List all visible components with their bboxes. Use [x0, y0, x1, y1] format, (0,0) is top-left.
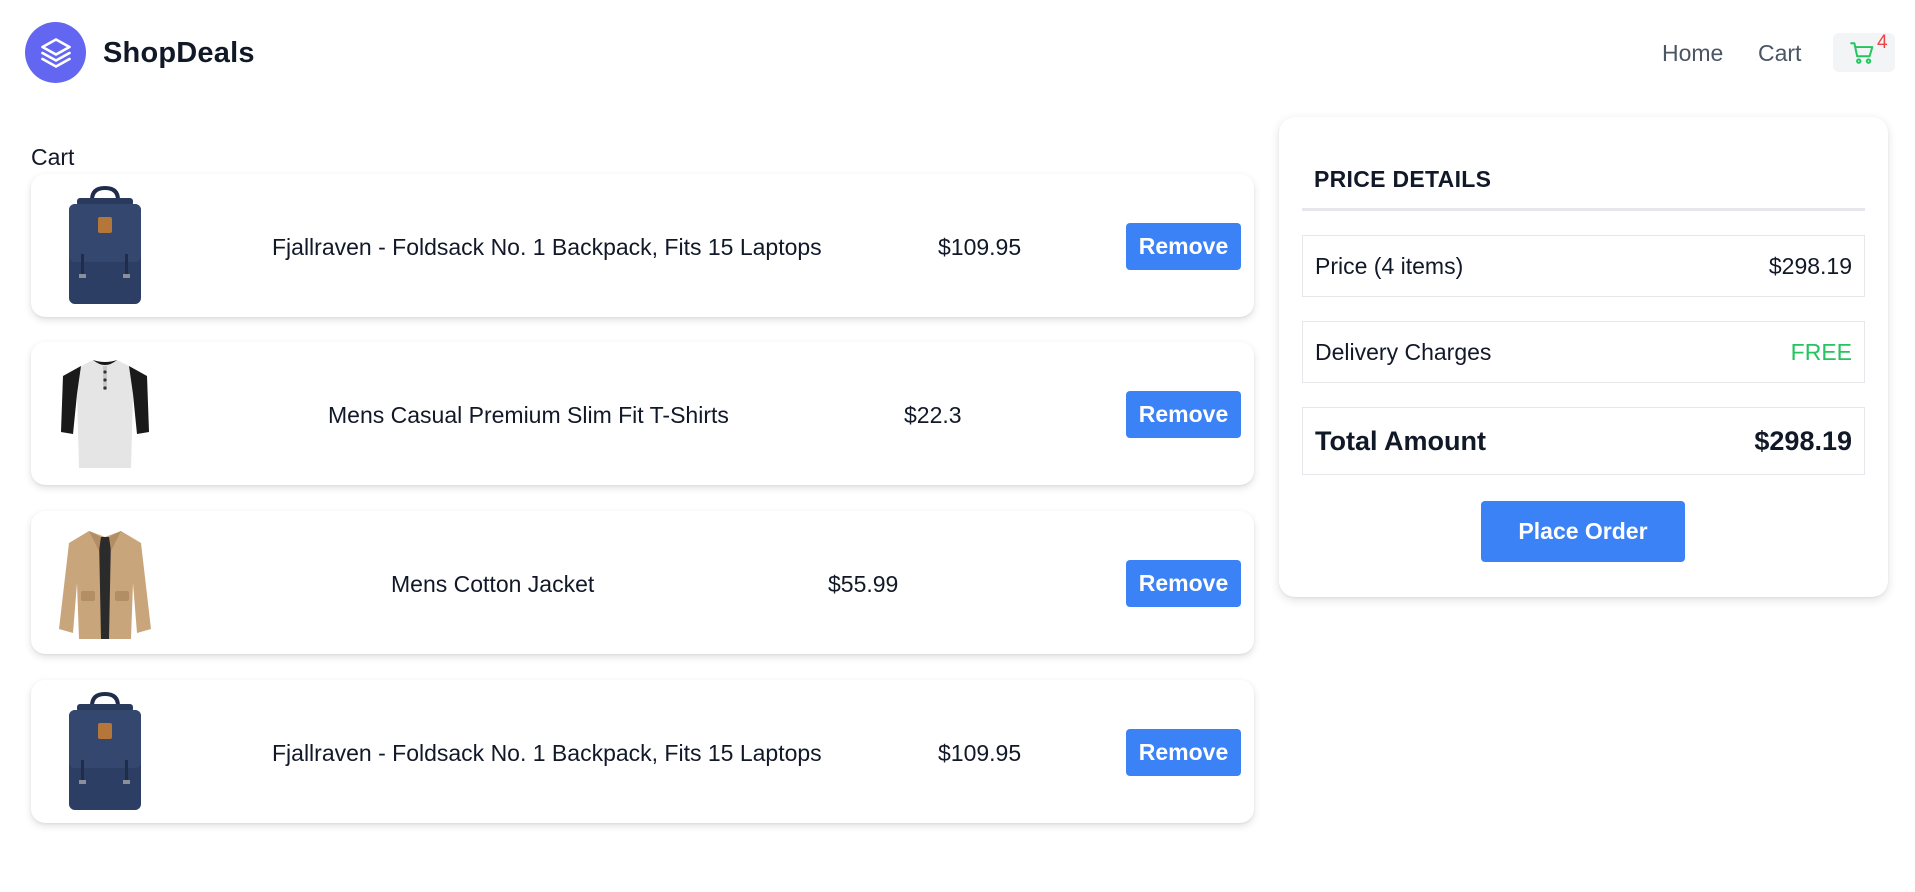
cart-item-title[interactable]: Fjallraven - Foldsack No. 1 Backpack, Fi… — [272, 234, 822, 261]
cart-button[interactable]: 4 — [1833, 32, 1895, 72]
top-navbar: ShopDeals Home Cart 4 — [0, 0, 1915, 108]
delivery-value: FREE — [1790, 338, 1852, 365]
shopping-cart-icon — [1850, 42, 1874, 64]
cart-count-badge: 4 — [1877, 32, 1888, 53]
price-details-title: PRICE DETAILS — [1314, 166, 1492, 192]
remove-button[interactable]: Remove — [1126, 391, 1241, 438]
backpack-image — [69, 185, 141, 304]
cart-item-title[interactable]: Mens Casual Premium Slim Fit T-Shirts — [328, 402, 729, 429]
cart-item-price: $109.95 — [938, 740, 1022, 766]
layers-icon — [40, 37, 71, 68]
cart-item-title[interactable]: Fjallraven - Foldsack No. 1 Backpack, Fi… — [272, 740, 822, 767]
delivery-label: Delivery Charges — [1315, 338, 1492, 365]
nav-cart-link[interactable]: Cart — [1758, 40, 1801, 67]
brand-name[interactable]: ShopDeals — [103, 37, 255, 70]
cart-item-price: $109.95 — [938, 234, 1022, 260]
price-row: Price (4 items) $298.19 — [1302, 235, 1865, 297]
cart-item: Fjallraven - Foldsack No. 1 Backpack, Fi… — [31, 680, 1254, 823]
backpack-image — [69, 691, 141, 810]
cart-item-title[interactable]: Mens Cotton Jacket — [391, 571, 594, 598]
nav-home-link[interactable]: Home — [1662, 40, 1723, 67]
t-shirt-image — [61, 360, 149, 468]
price-label: Price (4 items) — [1315, 252, 1464, 279]
cart-heading: Cart — [31, 144, 75, 170]
cart-item: Mens Cotton Jacket $55.99 Remove — [31, 511, 1254, 654]
total-label: Total Amount — [1315, 425, 1486, 456]
cart-item: Mens Casual Premium Slim Fit T-Shirts $2… — [31, 342, 1254, 485]
jacket-image — [59, 531, 151, 639]
total-value: $298.19 — [1754, 425, 1852, 456]
remove-button[interactable]: Remove — [1126, 729, 1241, 776]
remove-button[interactable]: Remove — [1126, 560, 1241, 607]
price-details-divider — [1302, 208, 1865, 211]
price-value: $298.19 — [1768, 252, 1852, 279]
total-row: Total Amount $298.19 — [1302, 407, 1865, 475]
price-details-panel: PRICE DETAILS Price (4 items) $298.19 De… — [1279, 117, 1888, 597]
logo[interactable] — [25, 22, 86, 83]
place-order-button[interactable]: Place Order — [1481, 501, 1685, 562]
remove-button[interactable]: Remove — [1126, 223, 1241, 270]
cart-item-price: $22.3 — [904, 402, 962, 428]
cart-item: Fjallraven - Foldsack No. 1 Backpack, Fi… — [31, 174, 1254, 317]
delivery-row: Delivery Charges FREE — [1302, 321, 1865, 383]
cart-item-price: $55.99 — [828, 571, 899, 597]
